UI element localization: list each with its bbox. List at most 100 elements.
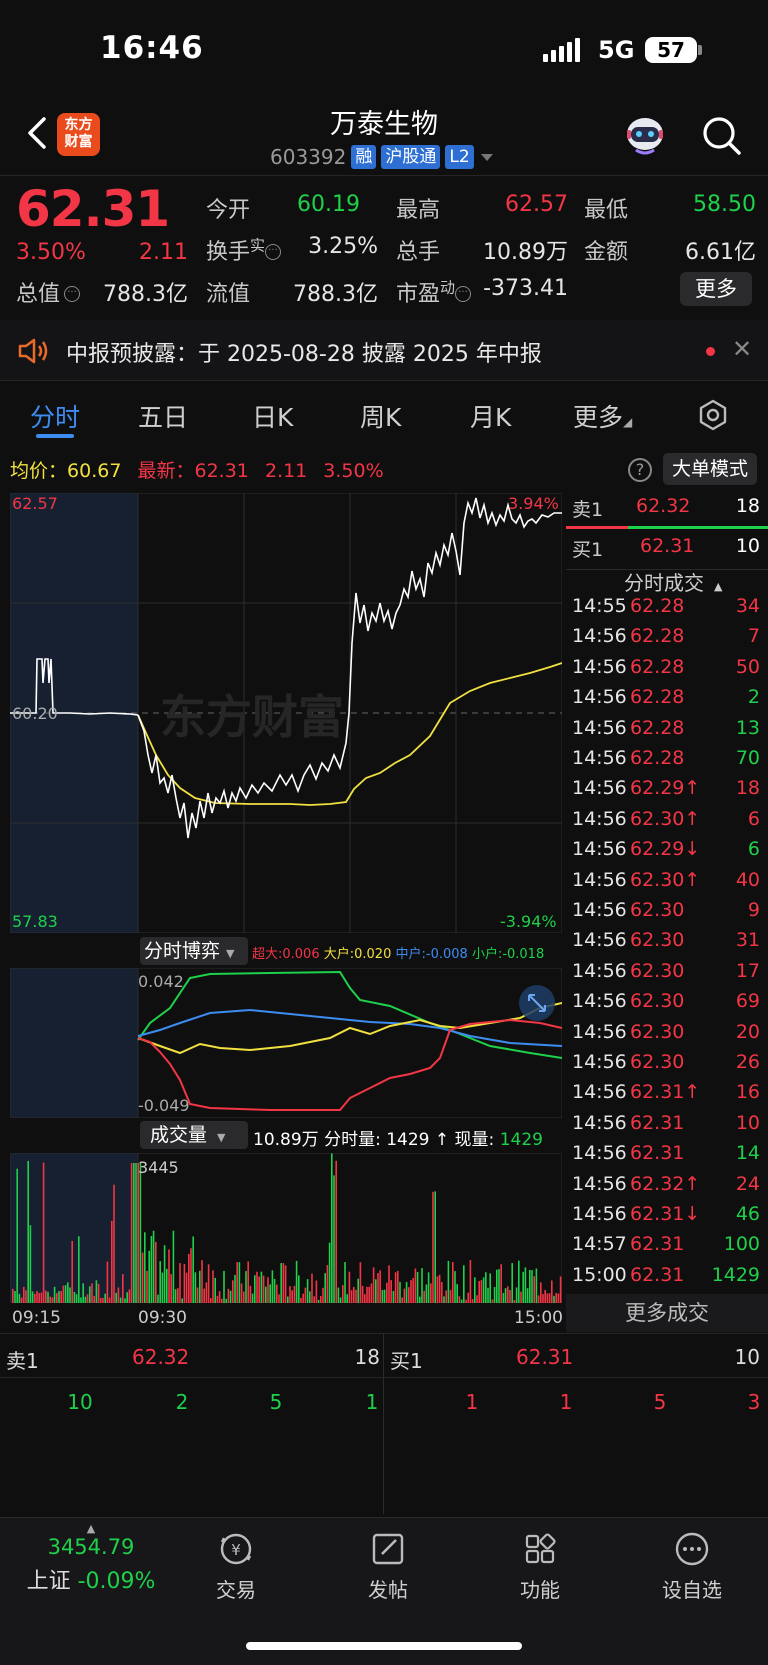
sell1-price: 62.32: [636, 495, 691, 517]
volume-bar: [113, 1184, 115, 1303]
tab-intraday[interactable]: 分时: [30, 398, 80, 434]
more-button[interactable]: 更多: [680, 272, 752, 306]
settings-icon[interactable]: [697, 399, 729, 431]
volume-bar: [258, 1276, 260, 1303]
volume-selector[interactable]: 成交量 ▼: [140, 1121, 248, 1149]
nav-watchlist[interactable]: 设自选: [632, 1530, 752, 1603]
deal-time: 14:56: [572, 1020, 627, 1043]
volume-bar: [313, 1296, 315, 1303]
flow-selector[interactable]: 分时博弈 ▼: [140, 937, 248, 965]
volume-bar: [287, 1296, 289, 1303]
tab-five-day[interactable]: 五日: [138, 398, 188, 434]
low-label: 最低: [584, 198, 629, 223]
volume-bar: [463, 1265, 465, 1303]
triangle-icon: ◢: [623, 415, 633, 429]
turnover-label[interactable]: 换手实 ···: [206, 234, 282, 266]
volume-bar: [199, 1270, 201, 1303]
sell1-row[interactable]: 卖1 62.32 18: [566, 495, 768, 525]
bottom-buy1-volume: 10: [734, 1345, 760, 1369]
volume-bar: [71, 1240, 73, 1303]
volume-bar: [214, 1277, 216, 1303]
nav-trade[interactable]: ¥ 交易: [176, 1530, 296, 1603]
tab-more[interactable]: 更多◢: [573, 398, 632, 434]
volume-bar: [282, 1263, 285, 1303]
volume-bar: [185, 1272, 188, 1303]
dropdown-icon[interactable]: [479, 151, 495, 163]
more-deals-button[interactable]: 更多成交: [566, 1294, 768, 1332]
volume-bar: [388, 1265, 390, 1303]
volume-bar: [104, 1293, 106, 1303]
deals-header[interactable]: 分时成交 ▲: [624, 567, 722, 596]
network-label: 5G: [598, 36, 635, 64]
mktcap-label[interactable]: 总值 ···: [16, 276, 81, 308]
volume-bar: [172, 1230, 175, 1303]
volume-bar: [234, 1274, 236, 1303]
flow-chart[interactable]: [10, 968, 562, 1118]
deal-row: 14:56 62.32↑ 24: [566, 1173, 768, 1203]
index-ticker[interactable]: ▲ 3454.79 上证 -0.09%: [16, 1522, 166, 1595]
big-order-mode-button[interactable]: 大单模式: [663, 453, 757, 485]
tab-weekly-k[interactable]: 周K: [360, 398, 401, 434]
close-icon[interactable]: ✕: [732, 335, 752, 363]
turnover-sup: 实: [250, 236, 266, 255]
deal-volume: 70: [735, 747, 760, 769]
amount-value: 6.61亿: [685, 240, 756, 265]
tab-daily-k[interactable]: 日K: [252, 398, 293, 434]
volume-bar: [229, 1290, 232, 1303]
volume-bar: [205, 1282, 208, 1303]
deal-volume: 2: [747, 686, 760, 709]
help-icon[interactable]: ?: [628, 458, 652, 482]
y-axis-mid: 60.20: [12, 704, 58, 723]
intraday-chart[interactable]: 东方财富: [10, 493, 562, 933]
deal-price: 62.30: [630, 899, 685, 921]
volume-bar: [493, 1286, 496, 1303]
volume-bar: [520, 1291, 522, 1303]
pe-label[interactable]: 市盈动 ···: [396, 276, 472, 308]
tab-monthly-k[interactable]: 月K: [470, 398, 511, 434]
deal-price: 62.30: [630, 1020, 685, 1043]
volume-bar: [236, 1262, 238, 1303]
volume-bar: [337, 1287, 340, 1303]
volume-bar: [18, 1293, 21, 1303]
volume-chart[interactable]: [10, 1153, 562, 1303]
y-axis-high: 62.57: [12, 494, 58, 513]
volume-bar: [469, 1260, 472, 1303]
volume-bar: [247, 1261, 249, 1303]
robot-assistant-icon[interactable]: [622, 112, 668, 158]
volume-bar: [69, 1287, 71, 1303]
volume-value: 10.89万: [483, 240, 568, 265]
high-label: 最高: [396, 198, 441, 223]
deal-time: 14:56: [572, 929, 627, 952]
mktcap-value: 788.3亿: [103, 282, 188, 307]
deal-volume: 6: [747, 838, 760, 861]
flow-y-high: 0.042: [138, 972, 184, 991]
volume-bar: [243, 1291, 245, 1303]
deal-price: 62.31: [630, 1142, 685, 1165]
volume-bar: [540, 1282, 542, 1303]
volume-bar: [80, 1297, 82, 1303]
volume-bar: [401, 1297, 403, 1303]
search-icon[interactable]: [700, 114, 744, 158]
sell-queue-item: 5: [269, 1390, 283, 1414]
volume-bar: [232, 1280, 234, 1303]
volume-bar: [108, 1297, 111, 1303]
deal-time: 14:57: [572, 1233, 627, 1256]
volume-bar: [522, 1271, 524, 1303]
volume-bar: [357, 1278, 359, 1303]
volume-bar: [438, 1274, 441, 1303]
sell-queue-item: 1: [365, 1390, 379, 1414]
info-icon: ···: [64, 286, 81, 302]
chart-watermark: 东方财富: [160, 690, 344, 744]
volume-bar: [392, 1291, 395, 1303]
nav-post[interactable]: 发帖: [328, 1530, 448, 1603]
volume-bar: [304, 1287, 307, 1303]
buy1-row[interactable]: 买1 62.31 10: [566, 535, 768, 565]
notice-text[interactable]: 中报预披露：于 2025-08-28 披露 2025 年中报: [66, 336, 542, 368]
stock-code-line[interactable]: 603392 融 沪股通 L2: [270, 145, 495, 169]
volume-bar: [260, 1271, 263, 1303]
nav-functions[interactable]: 功能: [480, 1530, 600, 1603]
volume-bar: [548, 1293, 551, 1303]
deal-row: 14:57 62.31 100: [566, 1233, 768, 1263]
volume-bar: [489, 1273, 491, 1303]
deal-volume: 1429: [711, 1263, 760, 1286]
